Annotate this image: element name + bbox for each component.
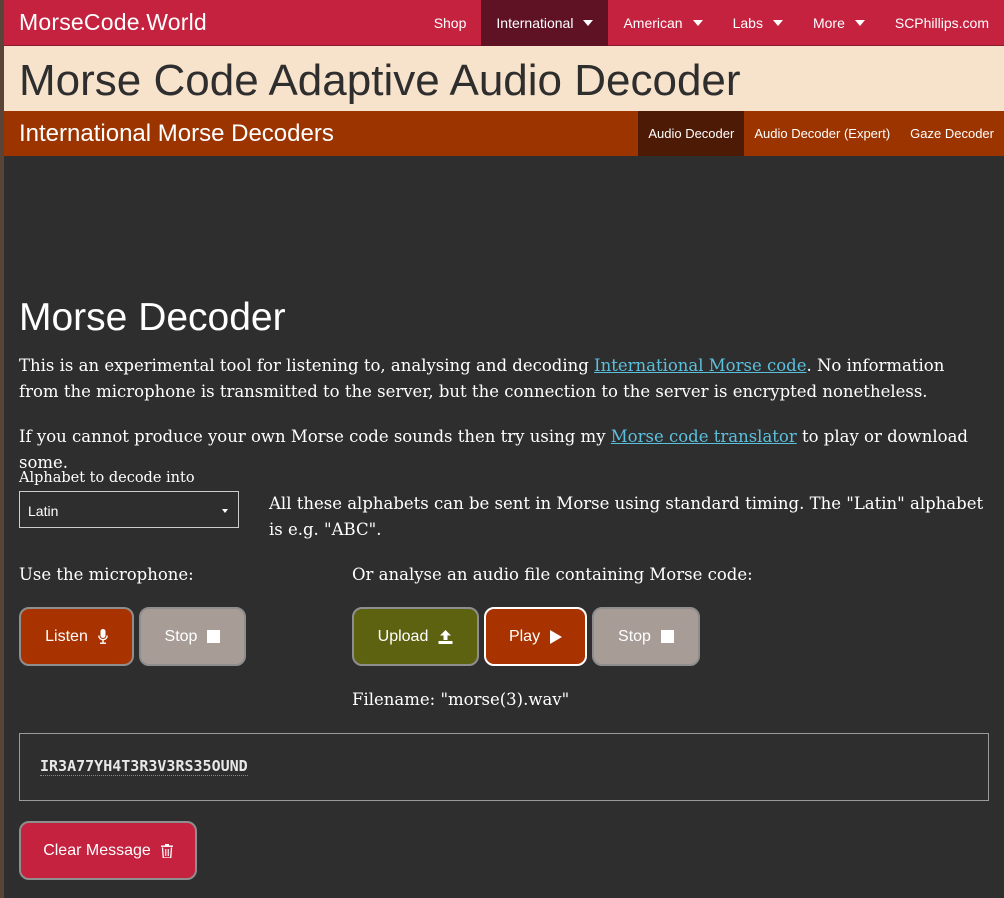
trash-icon: [160, 843, 173, 858]
subnav-item-gaze-decoder[interactable]: Gaze Decoder: [900, 111, 1004, 156]
subnav-item-audio-decoder[interactable]: Audio Decoder: [638, 111, 745, 156]
translator-paragraph: If you cannot produce your own Morse cod…: [19, 424, 989, 476]
nav-item-international[interactable]: International: [481, 0, 609, 46]
nav-item-label: American: [623, 14, 683, 31]
nav-item-label: Labs: [732, 14, 763, 31]
page-title-bar: Morse Code Adaptive Audio Decoder: [4, 46, 1004, 111]
clear-message-button[interactable]: Clear Message: [19, 821, 197, 880]
filename-text: Filename: "morse(3).wav": [352, 690, 570, 709]
nav-item-labs[interactable]: Labs: [718, 0, 798, 46]
nav-item-label: Shop: [433, 14, 467, 31]
file-stop-button[interactable]: Stop: [592, 607, 700, 666]
mic-label: Use the microphone:: [19, 565, 194, 584]
international-morse-link[interactable]: International Morse code: [594, 356, 806, 375]
file-label: Or analyse an audio file containing Mors…: [352, 565, 753, 584]
intro-text-1: This is an experimental tool for listeni…: [19, 356, 595, 375]
upload-button-label: Upload: [377, 627, 429, 645]
caret-down-icon: [854, 19, 865, 26]
play-button[interactable]: Play: [484, 607, 587, 666]
nav-item-label: More: [812, 14, 845, 31]
top-navbar: MorseCode.World Shop International Ameri…: [4, 0, 1004, 46]
site-brand[interactable]: MorseCode.World: [4, 9, 419, 36]
nav-item-more[interactable]: More: [798, 0, 880, 46]
stop-square-icon: [207, 630, 221, 643]
decoded-text: IR3A77YH4T3R3V3RS35OUND: [40, 757, 248, 776]
page-title: Morse Code Adaptive Audio Decoder: [19, 56, 741, 105]
nav-item-shop[interactable]: Shop: [419, 0, 482, 46]
mic-stop-button[interactable]: Stop: [139, 607, 246, 666]
upload-icon: [438, 629, 453, 644]
main-heading: Morse Decoder: [19, 296, 286, 339]
play-button-label: Play: [508, 627, 541, 645]
nav-item-scphillips[interactable]: SCPhillips.com: [880, 0, 1004, 46]
mic-stop-button-label: Stop: [164, 627, 198, 645]
play-icon: [550, 629, 563, 644]
section-navbar: International Morse Decoders Audio Decod…: [4, 111, 1004, 156]
file-stop-button-label: Stop: [618, 627, 651, 645]
subnav-item-label: Audio Decoder (Expert): [754, 126, 891, 141]
caret-down-icon: [583, 19, 594, 26]
decoded-output-box[interactable]: IR3A77YH4T3R3V3RS35OUND: [19, 733, 989, 801]
listen-button[interactable]: Listen: [19, 607, 134, 666]
alphabet-select-value: Latin: [28, 503, 59, 519]
alphabet-select[interactable]: Latin: [19, 491, 239, 528]
upload-button[interactable]: Upload: [352, 607, 479, 666]
intro-paragraph: This is an experimental tool for listeni…: [19, 353, 979, 405]
microphone-icon: [97, 629, 108, 644]
caret-down-icon: [692, 19, 703, 26]
section-title: International Morse Decoders: [19, 119, 334, 147]
nav-item-label: SCPhillips.com: [894, 14, 989, 31]
translator-text-1: If you cannot produce your own Morse cod…: [19, 427, 611, 446]
select-caret-icon: [222, 509, 228, 513]
caret-down-icon: [772, 19, 783, 26]
stop-square-icon: [660, 630, 674, 643]
morse-translator-link[interactable]: Morse code translator: [611, 427, 797, 446]
alphabet-note: All these alphabets can be sent in Morse…: [269, 494, 984, 539]
subnav-item-label: Audio Decoder: [648, 126, 735, 141]
nav-item-label: International: [496, 14, 574, 31]
nav-item-american[interactable]: American: [608, 0, 717, 46]
subnav-item-audio-decoder-expert[interactable]: Audio Decoder (Expert): [744, 111, 900, 156]
alphabet-label: Alphabet to decode into: [19, 470, 195, 486]
subnav-item-label: Gaze Decoder: [910, 126, 994, 141]
listen-button-label: Listen: [45, 627, 88, 645]
clear-message-button-label: Clear Message: [43, 841, 151, 859]
